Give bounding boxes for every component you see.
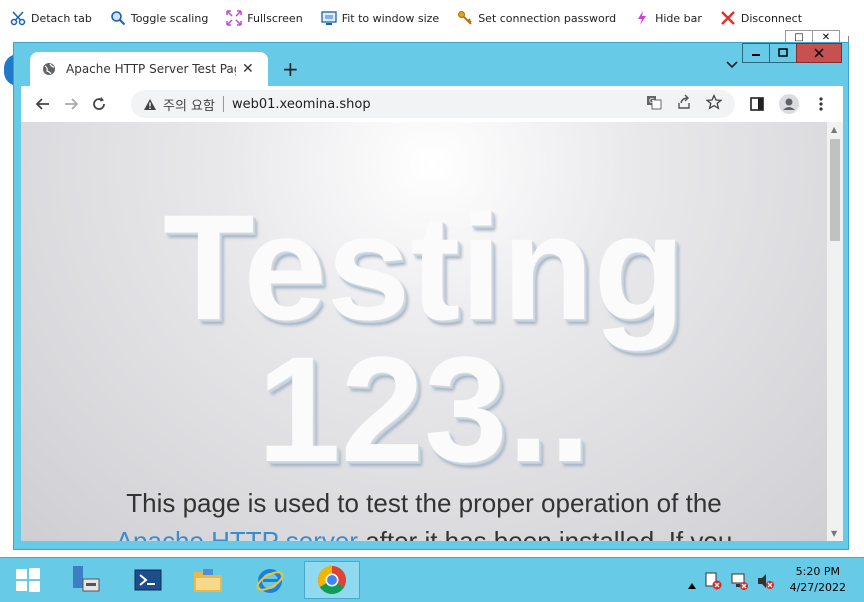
clock-date: 4/27/2022 — [789, 581, 846, 594]
back-button[interactable] — [29, 90, 57, 118]
side-panel-button[interactable] — [741, 90, 773, 118]
monitor-icon — [321, 11, 337, 25]
set-password-label: Set connection password — [478, 11, 617, 25]
set-password-button[interactable]: Set connection password — [457, 10, 616, 26]
back-arrow-icon — [35, 98, 49, 110]
apache-link[interactable]: Apache HTTP server — [116, 526, 358, 541]
reload-button[interactable] — [85, 90, 113, 118]
profile-button[interactable] — [773, 90, 805, 118]
fullscreen-button[interactable]: Fullscreen — [226, 10, 303, 26]
star-icon — [706, 94, 722, 110]
scroll-thumb[interactable] — [830, 139, 840, 241]
window-controls — [742, 43, 842, 63]
folder-icon — [194, 569, 222, 592]
volume-icon[interactable] — [756, 572, 774, 594]
share-button[interactable] — [669, 94, 699, 110]
server-manager-button[interactable] — [58, 561, 114, 599]
server-manager-icon — [73, 566, 100, 592]
taskbar: 5:20 PM 4/27/2022 — [0, 557, 864, 602]
windows-logo-icon — [16, 568, 40, 592]
maximize-icon — [778, 48, 788, 57]
address-bar[interactable]: 주의 요함 web01.xeomina.shop G — [131, 90, 735, 118]
disconnect-label: Disconnect — [740, 11, 803, 25]
tray-expand-icon[interactable] — [688, 574, 696, 593]
toolbar-actions — [741, 90, 837, 118]
side-panel-icon — [750, 97, 764, 111]
intro-line-1: This page is used to test the proper ope… — [126, 488, 722, 518]
translate-button[interactable]: G — [639, 94, 669, 110]
page-scrollbar[interactable]: ▲ ▼ — [827, 122, 843, 541]
forward-arrow-icon — [65, 98, 79, 110]
fullscreen-label: Fullscreen — [247, 11, 303, 25]
detach-tab-label: Detach tab — [31, 11, 92, 25]
minimize-icon — [752, 54, 760, 56]
magnifier-icon — [111, 11, 126, 26]
maximize-button[interactable] — [769, 43, 797, 63]
clock-time: 5:20 PM — [795, 565, 840, 578]
chrome-taskbar-button[interactable] — [304, 561, 360, 599]
powershell-icon — [134, 569, 162, 591]
avatar-icon — [779, 94, 799, 114]
hide-bar-label: Hide bar — [655, 11, 702, 25]
browser-tab[interactable]: Apache HTTP Server Test Page p ✕ — [30, 52, 268, 86]
powershell-button[interactable] — [120, 561, 176, 599]
rdp-toolbar: Detach tab Toggle scaling Fullscreen Fit… — [0, 0, 864, 36]
translate-icon: G — [647, 96, 662, 110]
svg-text:G: G — [649, 97, 654, 105]
chrome-icon — [318, 566, 346, 594]
omnibox-separator — [222, 96, 224, 112]
hide-bar-button[interactable]: Hide bar — [634, 10, 702, 26]
tab-title: Apache HTTP Server Test Page p — [66, 62, 236, 76]
disconnect-button[interactable]: Disconnect — [720, 10, 802, 26]
file-explorer-button[interactable] — [180, 561, 236, 599]
security-warning-label[interactable]: 주의 요함 — [163, 95, 215, 114]
intro-line-2: after it has been installed. If you — [357, 526, 733, 541]
scroll-down-arrow-icon[interactable]: ▼ — [831, 529, 837, 538]
page-viewport: Testing 123.. This page is used to test … — [21, 122, 843, 541]
internet-explorer-button[interactable] — [242, 561, 298, 599]
fit-to-window-button[interactable]: Fit to window size — [321, 10, 440, 26]
forward-button[interactable] — [57, 90, 85, 118]
menu-button[interactable] — [805, 90, 837, 118]
start-button[interactable] — [0, 561, 56, 599]
new-tab-icon[interactable]: + — [282, 57, 299, 81]
detach-tab-button[interactable]: Detach tab — [10, 10, 92, 26]
toggle-scaling-label: Toggle scaling — [130, 11, 209, 25]
chrome-window: Apache HTTP Server Test Page p ✕ + 주의 요함… — [13, 42, 849, 550]
network-icon[interactable] — [730, 572, 748, 594]
close-icon — [814, 48, 824, 58]
action-center-icon[interactable] — [704, 572, 722, 594]
tab-close-icon[interactable]: ✕ — [242, 61, 254, 77]
url-text[interactable]: web01.xeomina.shop — [232, 97, 371, 112]
warning-icon — [144, 98, 156, 110]
fullscreen-icon — [226, 10, 243, 26]
key-icon — [458, 11, 472, 25]
background-window-edge — [848, 36, 864, 88]
heading-testing: Testing — [162, 183, 686, 351]
globe-icon — [43, 63, 55, 75]
system-tray — [688, 572, 782, 594]
taskbar-clock[interactable]: 5:20 PM 4/27/2022 — [790, 564, 846, 596]
intro-paragraph: This page is used to test the proper ope… — [21, 484, 827, 541]
share-icon — [678, 94, 690, 109]
fit-to-window-label: Fit to window size — [341, 11, 440, 25]
internet-explorer-icon — [256, 569, 284, 593]
heading-123: 123.. — [257, 325, 591, 493]
close-window-button[interactable] — [796, 43, 842, 63]
x-icon — [721, 11, 735, 25]
toggle-scaling-button[interactable]: Toggle scaling — [110, 10, 208, 26]
lightning-icon — [638, 11, 647, 25]
reload-icon — [93, 97, 105, 110]
kebab-menu-icon — [819, 97, 823, 111]
scissors-icon — [10, 11, 26, 26]
scroll-up-arrow-icon[interactable]: ▲ — [831, 125, 837, 134]
browser-toolbar: 주의 요함 web01.xeomina.shop G — [21, 86, 843, 122]
omnibox-actions: G — [639, 94, 729, 110]
chevron-down-icon[interactable] — [726, 61, 738, 69]
bookmark-button[interactable] — [699, 94, 729, 110]
minimize-button[interactable] — [742, 43, 770, 63]
